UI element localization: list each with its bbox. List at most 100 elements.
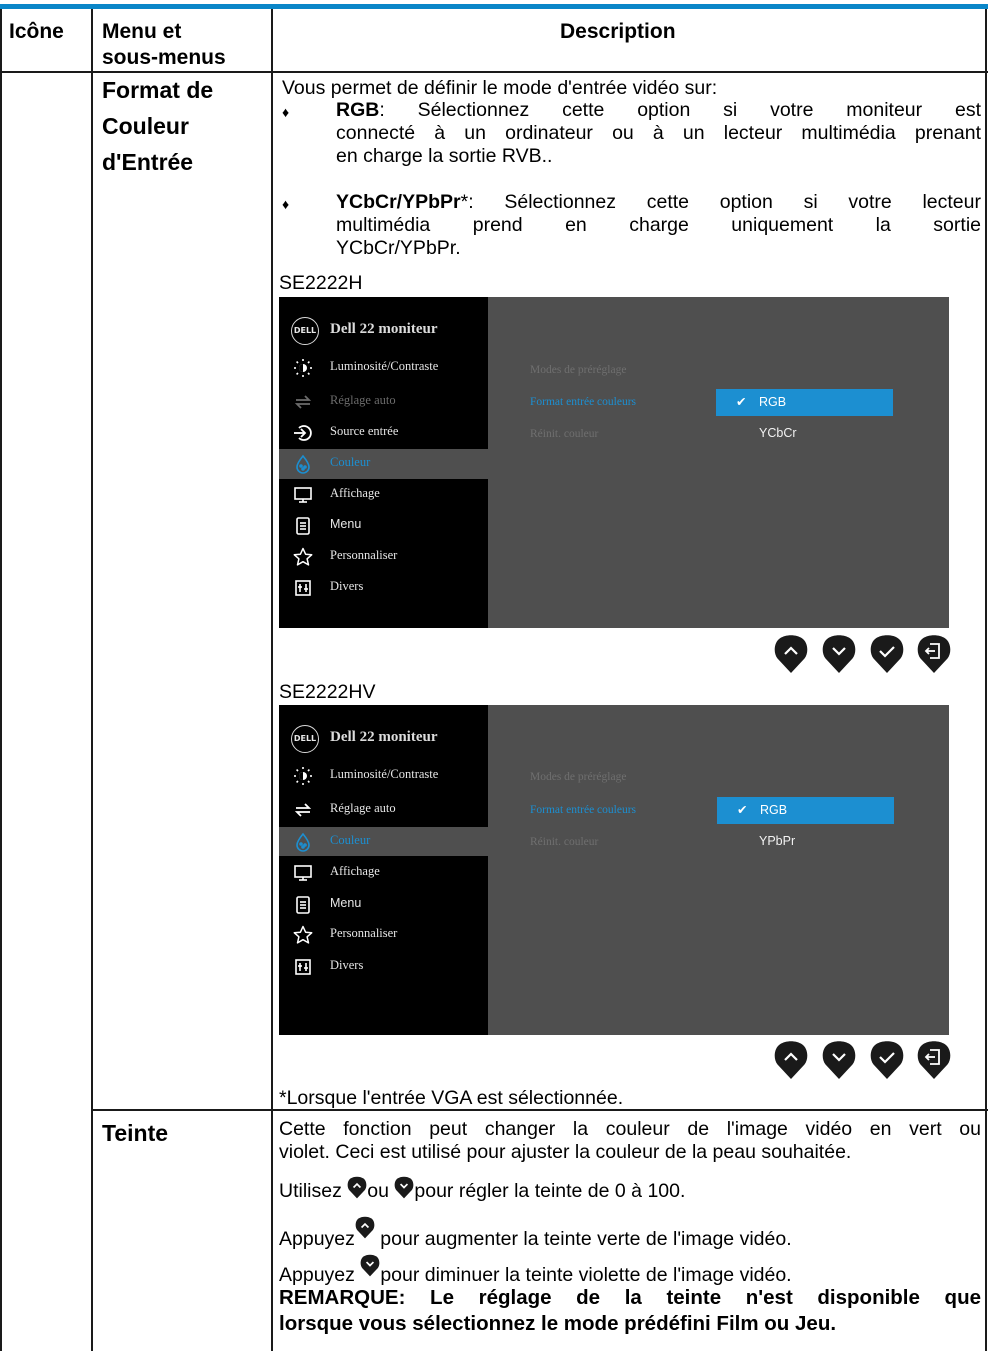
manual-page: Icône Menu et sous-menus Description For… [0, 0, 988, 1351]
bullet-ycbcr: ♦ [282, 196, 290, 212]
osd-item-display[interactable]: Affichage [279, 480, 488, 510]
teinte-p4-a: Appuyez [279, 1264, 361, 1286]
brightness-icon [294, 359, 312, 377]
osd2-item-color[interactable]: Couleur [279, 827, 488, 857]
osd-item-source[interactable]: Source entrée [279, 418, 488, 448]
down-arrow-icon [394, 1176, 414, 1199]
osd2-label-autoadjust: Réglage auto [330, 801, 396, 815]
table-border-menu-col [271, 9, 273, 1351]
confirm-button-icon-2[interactable] [870, 1040, 904, 1080]
rgb-line2: connecté à un ordinateur ou à un lecteur… [336, 122, 981, 144]
teinte-note-line1: REMARQUE: Le réglage de la teinte n'est … [279, 1286, 981, 1309]
osd2-option-rgb-label: RGB [760, 803, 788, 817]
up-arrow-icon-2 [355, 1216, 375, 1239]
osd-label-brightness: Luminosité/Contraste [330, 359, 439, 373]
teinte-p3-b: pour augmenter la teinte verte de l'imag… [374, 1228, 792, 1250]
teinte-p4-b: pour diminuer la teinte violette de l'im… [380, 1264, 792, 1286]
osd-label-menu: Menu [330, 517, 362, 531]
osd-option-rgb-label: RGB [759, 395, 787, 409]
table-border-icon-col [91, 9, 93, 1351]
others-icon [295, 580, 311, 596]
osd2-option-ypbpr[interactable]: YPbPr [759, 834, 795, 848]
teinte-p1-line2: violet. Ceci est utilisé pour ajuster la… [279, 1141, 852, 1163]
osd-item-autoadjust[interactable]: Réglage auto [279, 387, 488, 417]
osd-label-source: Source entrée [330, 424, 399, 438]
color-icon-2 [296, 832, 310, 852]
table-border-left [0, 9, 2, 1351]
teinte-p2: Utilisez ou pour régler la teinte de 0 à… [279, 1176, 685, 1203]
osd-label-autoadjust: Réglage auto [330, 393, 396, 407]
header-menu-line1: Menu et [102, 20, 182, 43]
osd-label-others: Divers [330, 579, 364, 593]
teinte-p4: Appuyez pour diminuer la teinte violette… [279, 1254, 792, 1287]
osd2-label-personalize: Personnaliser [330, 926, 398, 940]
osd-screen-se2222h: DELL Dell 22 moniteur Luminosité/Contras… [279, 297, 949, 628]
teinte-p2-a: Utilisez [279, 1180, 348, 1202]
exit-button-icon-2[interactable] [917, 1040, 951, 1080]
osd2-item-personalize[interactable]: Personnaliser [279, 920, 488, 950]
menu-icon [296, 517, 310, 535]
osd-title: Dell 22 moniteur [330, 321, 438, 337]
vga-footnote: *Lorsque l'entrée VGA est sélectionnée. [279, 1087, 624, 1109]
osd-screen-se2222hv: DELL Dell 22 moniteur Luminosité/Contras… [279, 705, 949, 1035]
osd2-sub-input-format[interactable]: Format entrée couleurs [530, 804, 636, 816]
osd-sub-input-format[interactable]: Format entrée couleurs [530, 396, 636, 408]
osd2-item-brightness[interactable]: Luminosité/Contraste [279, 761, 488, 791]
up-arrow-icon [347, 1176, 367, 1199]
osd2-label-others: Divers [330, 958, 364, 972]
menu-format-line1: Format de [102, 77, 214, 103]
osd2-sub-reset-color[interactable]: Réinit. couleur [530, 836, 598, 848]
osd2-item-autoadjust[interactable]: Réglage auto [279, 795, 488, 825]
osd-sub-preset[interactable]: Modes de préréglage [530, 364, 626, 376]
osd-label-personalize: Personnaliser [330, 548, 398, 562]
input-source-icon [294, 425, 312, 441]
osd2-option-rgb[interactable]: ✔ RGB [717, 797, 894, 824]
osd2-item-others[interactable]: Divers [279, 952, 488, 982]
auto-adjust-icon-2 [294, 803, 312, 817]
teinte-p3: Appuyez pour augmenter la teinte verte d… [279, 1216, 792, 1251]
osd2-item-menu[interactable]: Menu [279, 890, 488, 920]
osd2-sub-preset[interactable]: Modes de préréglage [530, 771, 626, 783]
osd-item-others[interactable]: Divers [279, 573, 488, 603]
down-button-icon-2[interactable] [822, 1040, 856, 1080]
star-icon [293, 547, 313, 566]
confirm-button-icon[interactable] [870, 634, 904, 674]
menu-teinte: Teinte [102, 1120, 169, 1146]
rgb-line3: en charge la sortie RVB.. [336, 145, 553, 167]
header-description: Description [560, 20, 676, 43]
osd-item-color[interactable]: Couleur [279, 449, 488, 479]
exit-button-icon[interactable] [917, 634, 951, 674]
up-button-icon[interactable] [774, 634, 808, 674]
osd-title-2: Dell 22 moniteur [330, 729, 438, 745]
display-icon [294, 487, 312, 503]
osd-option-rgb[interactable]: ✔ RGB [716, 389, 893, 416]
osd-item-brightness[interactable]: Luminosité/Contraste [279, 353, 488, 383]
model-se2222hv: SE2222HV [279, 681, 376, 703]
header-menu-line2: sous-menus [102, 46, 226, 69]
ycbcr-text-1: *: Sélectionnez cette option si votre le… [460, 191, 981, 213]
menu-format-line3: d'Entrée [102, 149, 194, 175]
teinte-p1-line1: Cette fonction peut changer la couleur d… [279, 1118, 981, 1140]
osd-label-display: Affichage [330, 486, 380, 500]
osd2-item-display[interactable]: Affichage [279, 858, 488, 888]
osd-item-menu[interactable]: Menu [279, 511, 488, 541]
ycbcr-label: YCbCr/YPbPr [336, 191, 461, 213]
osd-label-color: Couleur [330, 455, 371, 469]
menu-format-line2: Couleur [102, 113, 189, 139]
dell-logo-icon-2: DELL [291, 725, 319, 753]
rgb-text-1: : Sélectionnez cette option si votre mon… [379, 99, 981, 121]
menu-icon-2 [296, 896, 310, 914]
osd2-label-brightness: Luminosité/Contraste [330, 767, 439, 781]
others-icon-2 [295, 959, 311, 975]
osd-item-personalize[interactable]: Personnaliser [279, 542, 488, 572]
osd-sub-reset-color[interactable]: Réinit. couleur [530, 428, 598, 440]
format-intro: Vous permet de définir le mode d'entrée … [282, 77, 718, 99]
ycbcr-line2: multimédia prend en charge uniquement la… [336, 214, 981, 236]
rgb-line1: RGB: Sélectionnez cette option si votre … [336, 99, 981, 122]
up-button-icon-2[interactable] [774, 1040, 808, 1080]
down-button-icon[interactable] [822, 634, 856, 674]
table-border-right [985, 9, 987, 1351]
star-icon-2 [293, 925, 313, 944]
teinte-p2-c: pour régler la teinte de 0 à 100. [414, 1180, 686, 1202]
osd-option-ycbcr[interactable]: YCbCr [759, 426, 797, 440]
